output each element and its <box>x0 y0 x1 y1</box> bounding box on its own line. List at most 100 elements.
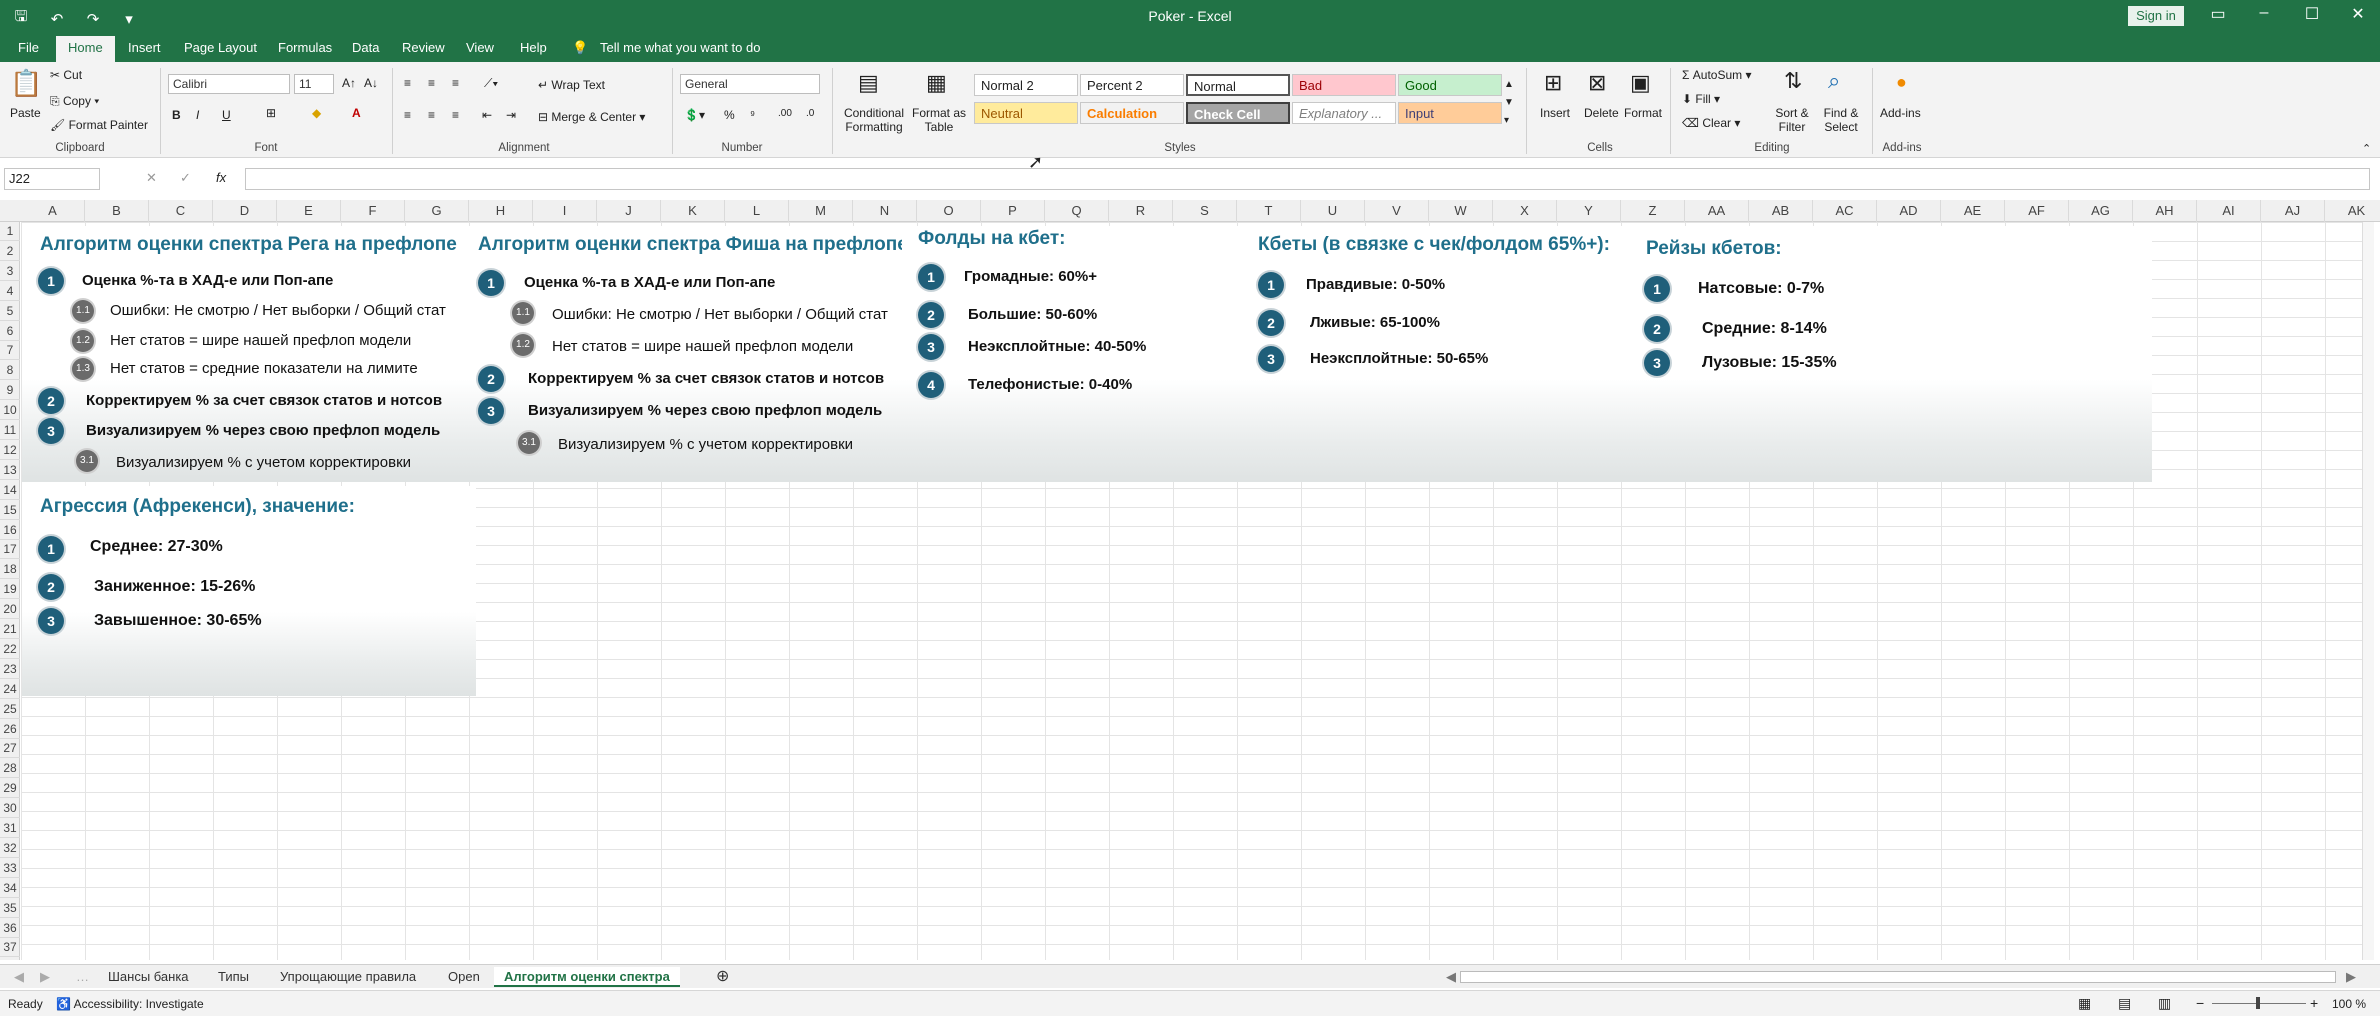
row-header[interactable]: 31 <box>0 819 20 838</box>
column-header[interactable]: T <box>1237 200 1301 222</box>
font-name-select[interactable]: Calibri <box>168 74 290 94</box>
orientation-icon[interactable]: ⟋▾ <box>484 76 498 91</box>
maximize-icon[interactable]: ☐ <box>2292 4 2332 24</box>
addins-button[interactable]: Add-ins <box>1880 106 1921 120</box>
column-header[interactable]: AB <box>1749 200 1813 222</box>
page-break-view-icon[interactable]: ▥ <box>2158 995 2171 1012</box>
currency-icon[interactable]: 💲▾ <box>684 108 705 122</box>
increase-indent-icon[interactable]: ⇥ <box>506 108 516 122</box>
find-icon[interactable]: ⌕ <box>1828 68 1840 94</box>
insert-cells-icon[interactable]: ⊞ <box>1544 70 1562 96</box>
sort-filter-icon[interactable]: ⇅ <box>1784 68 1802 94</box>
row-header[interactable]: 22 <box>0 640 20 659</box>
column-header[interactable]: E <box>277 200 341 222</box>
new-sheet-icon[interactable]: ⊕ <box>716 967 729 987</box>
conditional-formatting-button[interactable]: Conditional Formatting <box>842 106 906 134</box>
delete-cells-button[interactable]: Delete <box>1584 106 1619 120</box>
style-normal-2[interactable]: Normal 2 <box>974 74 1078 96</box>
align-top-icon[interactable]: ≡ <box>404 76 411 90</box>
normal-view-icon[interactable]: ▦ <box>2078 995 2091 1012</box>
style-bad[interactable]: Bad <box>1292 74 1396 96</box>
tab-help[interactable]: Help <box>520 40 547 55</box>
column-header[interactable]: AA <box>1685 200 1749 222</box>
clear-button[interactable]: ⌫ Clear ▾ <box>1682 116 1740 130</box>
row-header[interactable]: 7 <box>0 341 20 361</box>
fill-button[interactable]: ⬇ Fill ▾ <box>1682 92 1720 106</box>
hscroll-right-icon[interactable]: ▶ <box>2346 967 2356 987</box>
bold-icon[interactable]: B <box>172 108 181 122</box>
column-header[interactable]: AD <box>1877 200 1941 222</box>
accessibility-status[interactable]: ♿ Accessibility: Investigate <box>56 997 204 1011</box>
paste-icon[interactable]: 📋 <box>10 68 42 99</box>
column-header[interactable]: Q <box>1045 200 1109 222</box>
comma-icon[interactable]: ⁹ <box>750 108 755 122</box>
format-as-table-button[interactable]: Format as Table <box>912 106 966 134</box>
scroll-sheets-left-icon[interactable]: ◀ <box>14 967 24 987</box>
column-header[interactable]: D <box>213 200 277 222</box>
increase-font-icon[interactable]: A↑ <box>342 76 356 90</box>
conditional-formatting-icon[interactable]: ▤ <box>858 70 879 96</box>
scroll-sheets-right-icon[interactable]: ▶ <box>40 967 50 987</box>
page-layout-view-icon[interactable]: ▤ <box>2118 995 2131 1012</box>
name-box[interactable]: J22 <box>4 168 100 190</box>
format-as-table-icon[interactable]: ▦ <box>926 70 947 96</box>
column-header[interactable]: Z <box>1621 200 1685 222</box>
column-header[interactable]: I <box>533 200 597 222</box>
decrease-decimal-icon[interactable]: .0 <box>806 108 814 119</box>
column-header[interactable]: M <box>789 200 853 222</box>
autosum-button[interactable]: Σ AutoSum ▾ <box>1682 68 1751 82</box>
column-header[interactable]: N <box>853 200 917 222</box>
column-header[interactable]: P <box>981 200 1045 222</box>
tell-me-search[interactable]: Tell me what you want to do <box>600 40 760 55</box>
underline-icon[interactable]: U <box>222 108 231 122</box>
column-header[interactable]: A <box>21 200 85 222</box>
wrap-text-button[interactable]: ↵ Wrap Text <box>538 78 605 92</box>
zoom-slider-thumb[interactable] <box>2256 997 2260 1009</box>
column-header[interactable]: V <box>1365 200 1429 222</box>
style-explanatory[interactable]: Explanatory ... <box>1292 102 1396 124</box>
tab-data[interactable]: Data <box>352 40 379 55</box>
column-header[interactable]: AI <box>2197 200 2261 222</box>
style-normal[interactable]: Normal <box>1186 74 1290 96</box>
minimize-icon[interactable]: – <box>2244 4 2284 22</box>
row-header[interactable]: 26 <box>0 720 20 739</box>
sort-filter-button[interactable]: Sort & Filter <box>1770 106 1814 134</box>
zoom-out-icon[interactable]: − <box>2196 995 2204 1011</box>
delete-cells-icon[interactable]: ⊠ <box>1588 70 1606 96</box>
row-header[interactable]: 10 <box>0 401 20 421</box>
row-header[interactable]: 1 <box>0 222 20 241</box>
enter-icon[interactable]: ✓ <box>180 170 191 186</box>
close-icon[interactable]: ✕ <box>2338 4 2378 24</box>
column-header[interactable]: S <box>1173 200 1237 222</box>
tab-home[interactable]: Home <box>56 36 115 62</box>
addins-icon[interactable]: ● <box>1896 72 1907 93</box>
row-header[interactable]: 37 <box>0 938 20 958</box>
row-header[interactable]: 12 <box>0 441 20 460</box>
row-header[interactable]: 11 <box>0 421 20 440</box>
paste-button[interactable]: Paste <box>10 106 41 120</box>
row-header[interactable]: 32 <box>0 839 20 858</box>
format-painter-button[interactable]: 🖌 Format Painter <box>50 118 148 132</box>
horizontal-scrollbar[interactable] <box>1460 971 2336 983</box>
percent-icon[interactable]: % <box>724 108 735 122</box>
style-good[interactable]: Good <box>1398 74 1502 96</box>
row-header[interactable]: 17 <box>0 540 20 560</box>
column-header[interactable]: R <box>1109 200 1173 222</box>
column-header[interactable]: AH <box>2133 200 2197 222</box>
style-calculation[interactable]: Calculation <box>1080 102 1184 124</box>
merge-center-button[interactable]: ⊟ Merge & Center ▾ <box>538 110 645 124</box>
column-header[interactable]: B <box>85 200 149 222</box>
column-header[interactable]: U <box>1301 200 1365 222</box>
row-header[interactable]: 5 <box>0 302 20 321</box>
column-header[interactable]: H <box>469 200 533 222</box>
tab-file[interactable]: File <box>18 40 39 55</box>
font-color-icon[interactable]: A <box>352 106 361 120</box>
row-header[interactable]: 13 <box>0 461 20 480</box>
style-check-cell[interactable]: Check Cell <box>1186 102 1290 124</box>
row-header[interactable]: 34 <box>0 879 20 898</box>
row-header[interactable]: 23 <box>0 660 20 679</box>
ribbon-display-options-icon[interactable]: ▭ <box>2198 4 2238 24</box>
align-bottom-icon[interactable]: ≡ <box>452 76 459 90</box>
sheet-tab[interactable]: Упрощающие правила <box>280 967 416 987</box>
column-header[interactable]: AG <box>2069 200 2133 222</box>
